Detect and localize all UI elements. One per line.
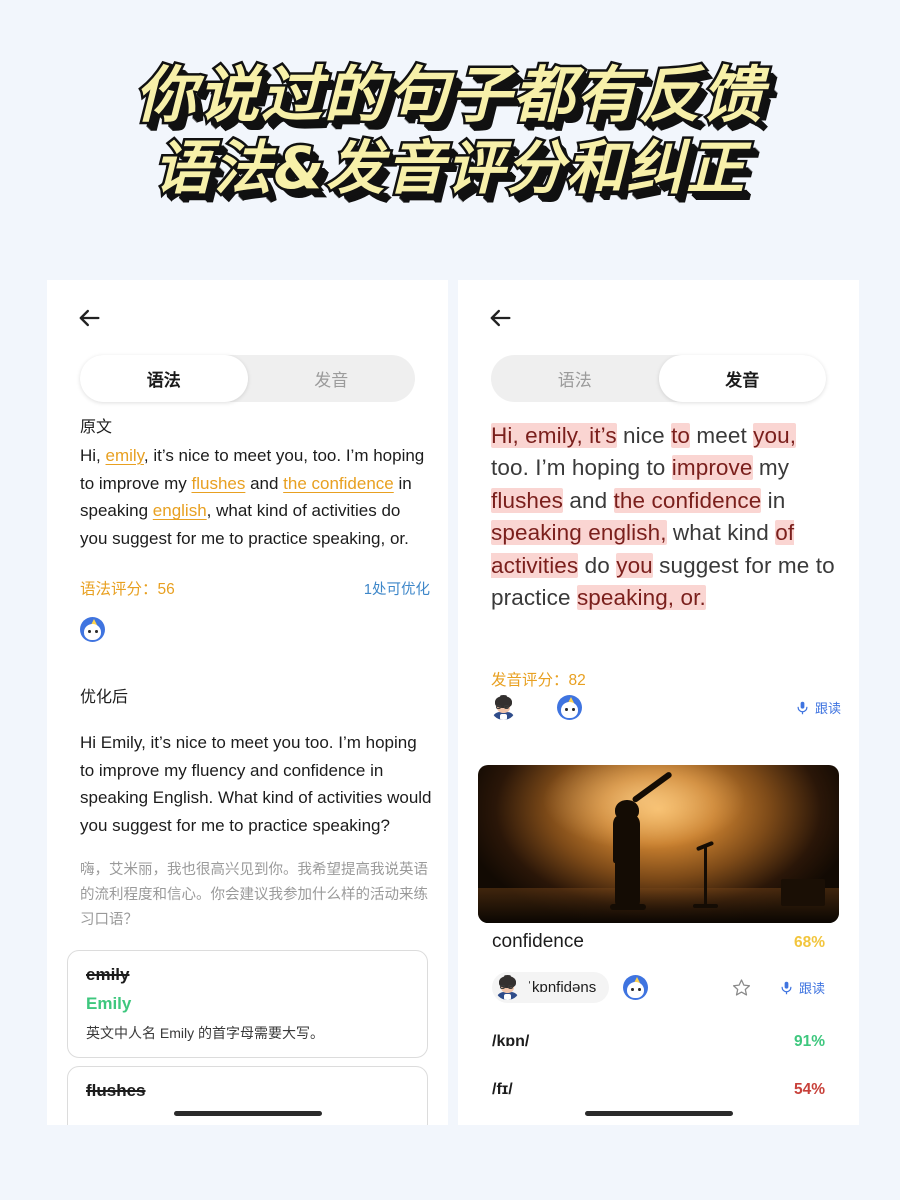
- scored-word[interactable]: you,: [753, 423, 797, 448]
- text-plain: what: [666, 520, 728, 546]
- follow-read-button[interactable]: 跟读: [779, 978, 825, 997]
- grammar-score-label: 语法评分：: [80, 581, 158, 598]
- unicorn-avatar-icon: [80, 617, 105, 642]
- tab-group-grammar-screen[interactable]: 语法 发音: [80, 355, 415, 402]
- correction-card-flushes[interactable]: flushes: [67, 1066, 428, 1125]
- scored-word[interactable]: you: [616, 552, 653, 578]
- pronunciation-action-row: 跟读: [491, 695, 841, 720]
- pronunciation-score-label: 发音评分：: [491, 672, 569, 689]
- pronunciation-score-value: 82: [568, 672, 586, 689]
- person-avatar-icon: [495, 975, 520, 1000]
- mic-stand: [703, 847, 708, 908]
- tab-group-pronunciation-screen[interactable]: 语法 发音: [491, 355, 826, 402]
- text-plain: my: [752, 455, 790, 481]
- tab-grammar[interactable]: 语法: [491, 355, 659, 402]
- banner-line-1: 你说过的句子都有反馈: [132, 57, 765, 133]
- correction-card-emily[interactable]: emily Emily 英文中人名 Emily 的首字母需要大写。: [67, 950, 428, 1058]
- microphone-icon: [797, 701, 808, 714]
- scored-word[interactable]: speaking english,: [491, 520, 667, 546]
- optimized-text: Hi Emily, it’s nice to meet you too. I’m…: [80, 733, 432, 835]
- play-original-avatar[interactable]: [80, 617, 105, 647]
- performer-torso: [613, 815, 641, 863]
- banner: 你说过的句子都有反馈 语法&发音评分和纠正: [0, 0, 900, 262]
- stage-performer-image: [478, 765, 839, 923]
- tab-grammar[interactable]: 语法: [80, 355, 248, 402]
- follow-read-button[interactable]: 跟读: [795, 698, 841, 717]
- microphone-icon: [781, 981, 792, 994]
- scored-word[interactable]: to: [671, 423, 691, 448]
- word-ipa: ˈkɒnfidəns: [527, 979, 597, 996]
- phoneme-row: /kɒn/ 91%: [478, 1033, 839, 1051]
- phoneme-ipa: /kɒn/: [492, 1033, 530, 1050]
- word-score: 68%: [793, 934, 825, 951]
- grammar-score-row: 语法评分：56 1处可优化: [80, 577, 430, 599]
- error-word-the-confidence[interactable]: the confidence: [283, 474, 394, 493]
- unicorn-avatar-icon[interactable]: [557, 695, 582, 720]
- stage-amplifier: [781, 878, 825, 906]
- original-text: Hi, emily, it’s nice to meet you, too. I…: [80, 442, 430, 552]
- back-arrow-icon[interactable]: [486, 304, 514, 332]
- correction-original: emily: [86, 965, 130, 984]
- error-word-english[interactable]: english: [153, 501, 207, 520]
- scored-word[interactable]: flushes: [491, 487, 563, 513]
- star-outline-icon: [732, 979, 751, 996]
- tab-pronunciation[interactable]: 发音: [658, 355, 826, 402]
- phoneme-score: 54%: [793, 1081, 825, 1098]
- text-plain: in: [761, 487, 786, 513]
- home-indicator: [584, 1111, 733, 1116]
- scored-word[interactable]: the confidence: [613, 487, 762, 513]
- text-plain: too. I’m hoping to: [491, 455, 672, 481]
- optimize-count-link[interactable]: 1处可优化: [364, 578, 430, 599]
- text-plain: and: [563, 487, 614, 513]
- grammar-score-value: 56: [157, 581, 175, 598]
- home-indicator: [173, 1111, 322, 1116]
- correction-note: 英文中人名 Emily 的首字母需要大写。: [86, 1025, 324, 1041]
- correction-original: flushes: [86, 1081, 146, 1100]
- follow-read-label: 跟读: [798, 981, 825, 996]
- pronunciation-screen: 语法 发音 Hi, emily, it’s nice to meet you, …: [458, 280, 859, 1125]
- pronunciation-score: 发音评分：82: [491, 668, 586, 690]
- scored-word[interactable]: improve: [671, 455, 753, 481]
- grammar-screen: 语法 发音 原文 Hi, emily, it’s nice to meet yo…: [47, 280, 448, 1125]
- text-plain: do: [578, 552, 617, 578]
- text-plain: Hi,: [80, 446, 106, 465]
- optimized-translation: 嗨，艾米丽，我也很高兴见到你。我希望提高我说英语的流利程度和信心。你会建议我参加…: [80, 862, 428, 928]
- unicorn-avatar-icon[interactable]: [623, 975, 649, 1000]
- text-plain: meet: [690, 423, 754, 448]
- scored-word[interactable]: speaking, or.: [576, 584, 706, 610]
- phoneme-row: /fɪ/ 54%: [478, 1081, 839, 1099]
- word-header: confidence 68%: [478, 931, 839, 953]
- word-detail-card: confidence 68% ˈkɒnfidəns 跟读 /kɒn/ 91% /…: [478, 931, 839, 1099]
- grammar-score: 语法评分：56: [80, 577, 175, 599]
- back-arrow-icon[interactable]: [75, 304, 103, 332]
- error-word-flushes[interactable]: flushes: [191, 474, 245, 493]
- performer-shoes: [609, 904, 646, 910]
- optimized-label: 优化后: [80, 689, 129, 706]
- play-user-recording-button[interactable]: ˈkɒnfidəns: [492, 972, 610, 1003]
- scored-word[interactable]: Hi, emily, it’s: [491, 423, 617, 448]
- pronunciation-text: Hi, emily, it’s nice to meet you, too. I…: [491, 420, 839, 614]
- text-plain: kind: [727, 520, 769, 546]
- correction-fixed: Emily: [86, 994, 132, 1013]
- follow-read-label: 跟读: [814, 701, 841, 716]
- person-avatar-icon[interactable]: [491, 695, 516, 720]
- favorite-star-button[interactable]: [732, 978, 751, 997]
- word-name: confidence: [492, 931, 584, 952]
- error-word-emily[interactable]: emily: [106, 446, 144, 465]
- performer-legs: [615, 856, 641, 908]
- word-ipa-row: ˈkɒnfidəns 跟读: [478, 972, 839, 1003]
- phoneme-ipa: /fɪ/: [492, 1081, 513, 1098]
- original-text-label: 原文: [80, 419, 113, 436]
- tab-pronunciation[interactable]: 发音: [248, 355, 416, 402]
- text-plain: and: [245, 473, 284, 493]
- phoneme-score: 91%: [793, 1033, 825, 1050]
- mic-stand-base: [692, 904, 719, 908]
- banner-line-2: 语法&发音评分和纠正: [151, 131, 747, 204]
- text-plain: nice: [616, 423, 672, 448]
